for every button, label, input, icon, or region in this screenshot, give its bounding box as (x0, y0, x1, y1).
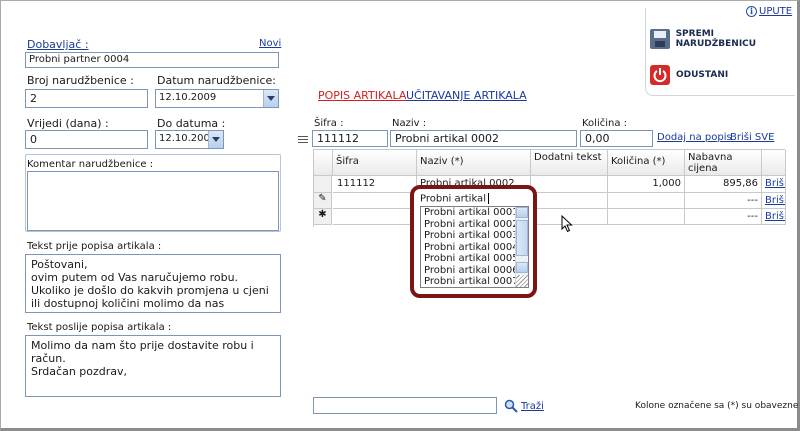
chevron-down-icon[interactable] (208, 131, 223, 148)
text-before-textarea[interactable]: Poštovani, ovim putem od Vas naručujemo … (25, 254, 281, 313)
valid-days-input[interactable]: 0 (25, 130, 148, 149)
row-1-code[interactable]: 111112 (333, 176, 417, 193)
text-before-label: Tekst prije popisa artikala : (27, 241, 162, 252)
cancel-button[interactable]: ODUSTANI (650, 62, 795, 88)
comment-label: Komentar narudžbenice : (27, 159, 154, 170)
list-item[interactable]: Probni artikal 0004 (421, 242, 528, 254)
code-input-value: 111112 (317, 132, 359, 145)
valid-days-label: Vrijedi (dana) : (27, 117, 109, 130)
autocomplete-scrollbar[interactable] (515, 207, 528, 287)
scroll-down-icon[interactable] (516, 262, 528, 273)
supplier-select-value: Probni partner 0004 (29, 54, 130, 65)
qty-input-value: 0,00 (585, 132, 610, 145)
autocomplete-input-value: Probni artikal (420, 193, 486, 205)
items-grid: Šifra Naziv (*) Dodatni tekst Količina (… (313, 149, 786, 227)
list-item[interactable]: Probni artikal 0007 (421, 276, 528, 287)
row-2-code[interactable] (333, 193, 417, 209)
search-button-label: Traži (521, 400, 544, 412)
new-row-asterisk-icon: ✱ (314, 209, 332, 225)
search-input[interactable] (313, 397, 497, 414)
delete-all-link[interactable]: Briši SVE (730, 132, 774, 143)
save-button-label: SPREMI NARUDŽBENICU (675, 29, 757, 49)
name-label: Naziv : (392, 118, 427, 129)
row-3-qty[interactable] (608, 209, 685, 225)
power-icon (650, 65, 670, 85)
list-item[interactable]: Probni artikal 0003 (421, 230, 528, 242)
name-input-value: Probni artikal 0002 (395, 132, 500, 145)
grid-header-qty[interactable]: Količina (*) (608, 150, 685, 176)
row-2-extra[interactable] (531, 193, 608, 209)
order-number-label: Broj narudžbenice : (27, 74, 134, 87)
new-supplier-link[interactable]: Novi (259, 38, 281, 49)
order-number-input[interactable]: 2 (25, 89, 148, 108)
order-number-value: 2 (30, 92, 37, 105)
list-item[interactable]: Probni artikal 0005 (421, 253, 528, 265)
tab-item-load[interactable]: UČITAVANJE ARTIKALA (406, 89, 527, 102)
autocomplete-list[interactable]: Probni artikal 0001 Probni artikal 0002 … (420, 206, 529, 288)
supplier-label: Dobavljač : (27, 38, 89, 51)
row-1-delete-link[interactable]: Briši (762, 176, 786, 193)
list-item[interactable]: Probni artikal 0006 (421, 265, 528, 277)
mouse-cursor-icon (561, 215, 573, 233)
qty-label: Količina : (582, 118, 628, 129)
list-item[interactable]: Probni artikal 0001 (421, 207, 528, 219)
required-columns-note: Kolone označene sa (*) su obavezne (635, 401, 799, 411)
text-cursor (487, 193, 489, 204)
order-date-value: 12.10.2009 (159, 92, 217, 103)
grid-header-delete (762, 150, 786, 176)
grid-header-corner (314, 150, 333, 176)
row-1-qty[interactable]: 1,000 (608, 176, 685, 193)
search-button[interactable]: Traži (504, 398, 544, 414)
add-to-list-link[interactable]: Dodaj na popis (657, 132, 732, 143)
search-icon (504, 399, 518, 413)
autocomplete-input[interactable]: Probni artikal (417, 192, 529, 207)
row-1-price[interactable]: 895,86 (685, 176, 762, 193)
grid-header-price[interactable]: Nabavna cijena (685, 150, 762, 176)
resize-grip-icon[interactable] (516, 275, 528, 287)
text-after-textarea[interactable]: Molimo da nam što prije dostavite robu i… (25, 335, 281, 397)
comment-box: Komentar narudžbenice : (25, 154, 281, 232)
row-3-delete-link[interactable]: Briši (762, 209, 786, 225)
list-item[interactable]: Probni artikal 0002 (421, 219, 528, 231)
code-input[interactable]: 111112 (312, 130, 388, 147)
tab-item-list[interactable]: POPIS ARTIKALA (318, 89, 406, 102)
floppy-disk-icon (650, 29, 670, 49)
order-date-label: Datum narudžbenice: (157, 74, 276, 87)
cancel-button-label: ODUSTANI (676, 70, 729, 80)
list-icon (298, 135, 308, 145)
scroll-thumb[interactable] (516, 220, 528, 256)
comment-textarea[interactable] (27, 171, 279, 231)
scroll-up-icon[interactable] (516, 207, 528, 218)
order-date-select[interactable]: 12.10.2009 (155, 89, 279, 108)
valid-days-value: 0 (30, 133, 37, 146)
grid-header-extra[interactable]: Dodatni tekst (531, 150, 608, 176)
grid-header-code[interactable]: Šifra (333, 150, 417, 176)
code-label: Šifra : (314, 118, 344, 129)
until-date-select[interactable]: 12.10.2009 (155, 130, 224, 149)
row-3-code[interactable] (333, 209, 417, 225)
grid-header-name[interactable]: Naziv (*) (417, 150, 531, 176)
text-after-label: Tekst poslije popisa artikala : (27, 322, 172, 333)
row-2-qty[interactable] (608, 193, 685, 209)
chevron-down-icon[interactable] (263, 90, 278, 107)
until-date-label: Do datuma : (157, 117, 226, 130)
save-button[interactable]: SPREMI NARUDŽBENICU (650, 26, 795, 52)
name-input[interactable]: Probni artikal 0002 (390, 130, 577, 147)
supplier-select[interactable]: Probni partner 0004 (25, 52, 279, 68)
row-2-price[interactable]: --- (685, 193, 762, 209)
pencil-icon: ✎ (314, 193, 332, 209)
row-2-delete-link[interactable]: Briši (762, 193, 786, 209)
row-1-extra[interactable] (531, 176, 608, 193)
qty-input[interactable]: 0,00 (580, 130, 653, 147)
row-selector[interactable] (314, 176, 332, 193)
row-3-price[interactable]: --- (685, 209, 762, 225)
